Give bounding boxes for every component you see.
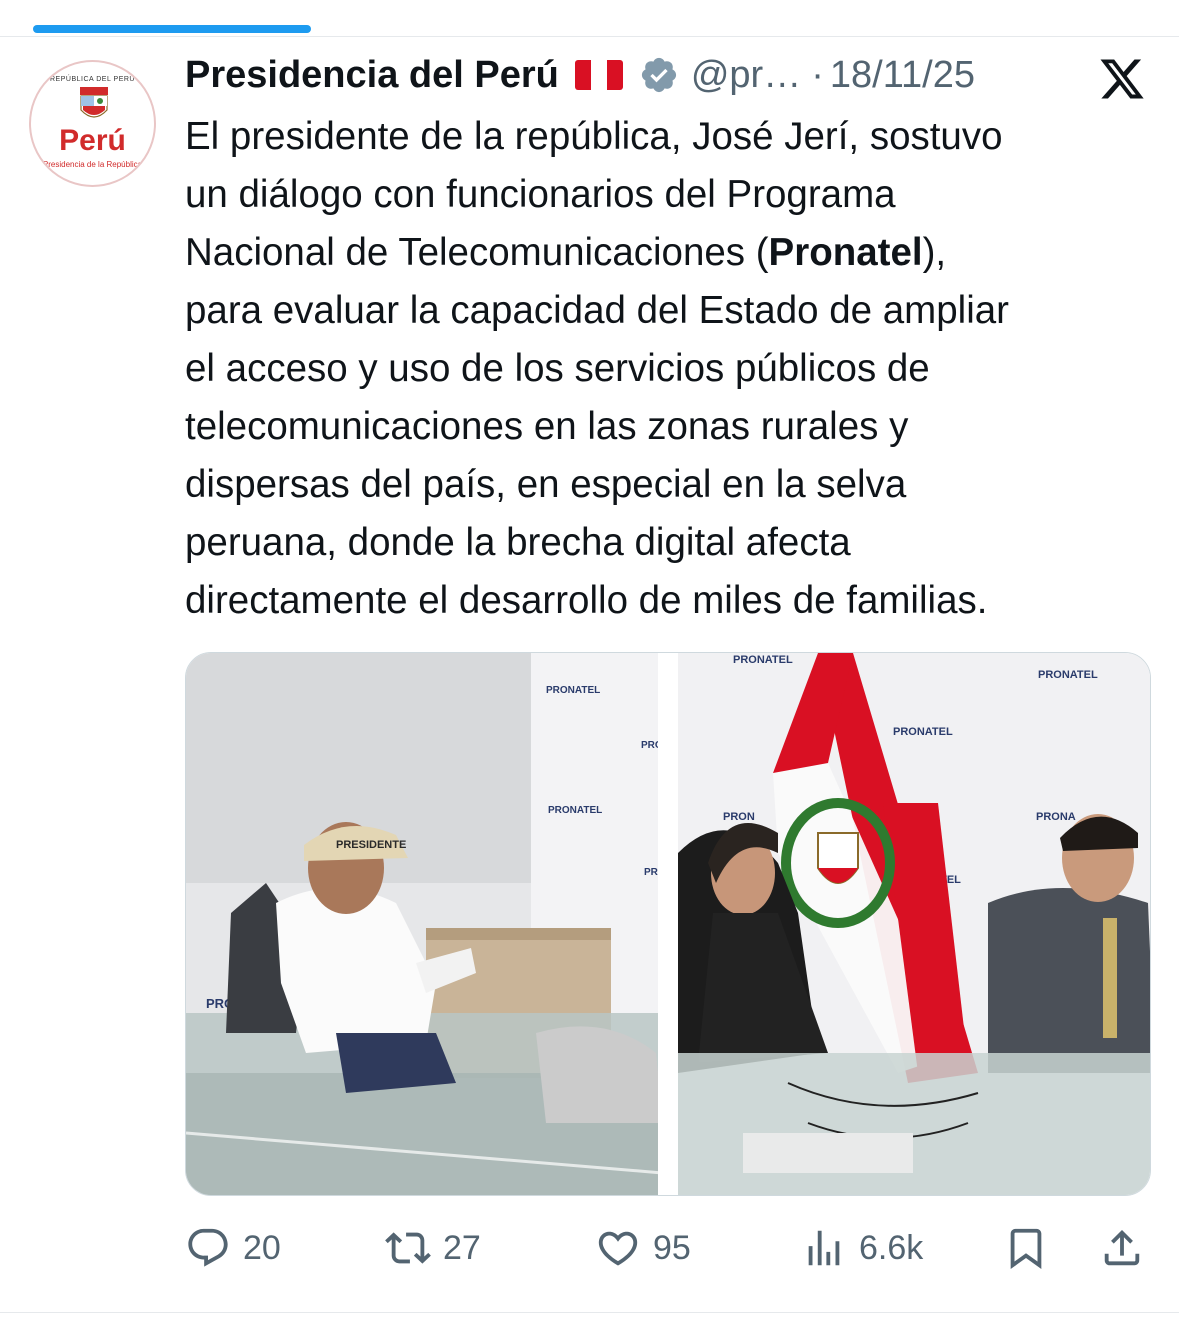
photo-divider (658, 653, 668, 1195)
avatar-arc-text: REPÚBLICA DEL PERÚ (50, 76, 135, 83)
tweet-text-line: dispersas del país, en especial en la se… (185, 463, 907, 506)
wall-logo-text: PRONATEL (1038, 669, 1098, 681)
wall-logo-text: PR (644, 867, 658, 878)
tweet-text: El presidente de la república, José Jerí… (185, 108, 1165, 630)
views-button[interactable]: 6.6k (801, 1220, 923, 1276)
views-count: 6.6k (859, 1228, 924, 1267)
wall-logo-text: PRONATEL (733, 654, 793, 666)
tweet-text-line: un diálogo con funcionarios del Programa (185, 173, 896, 216)
photo-right[interactable]: PRONATEL PRONATEL PRONATEL PRONA PRON AT… (677, 653, 1150, 1195)
tweet-text-line: El presidente de la república, José Jerí… (185, 115, 1003, 158)
repost-count: 27 (443, 1228, 481, 1267)
wall-logo-text: PRO (641, 740, 658, 751)
wall-logo-text: PRONATEL (893, 726, 953, 738)
share-button[interactable] (1099, 1220, 1145, 1276)
wall-logo-text: PRONATEL (548, 805, 602, 816)
repost-button[interactable]: 27 (385, 1220, 481, 1276)
tweet-text-line: el acceso y uso de los servicios público… (185, 347, 930, 390)
tweet-date[interactable]: 18/11/25 (830, 54, 975, 97)
tweet-header: Presidencia del Perú @pr… · 18/11/25 (185, 50, 975, 100)
reply-count: 20 (243, 1228, 281, 1267)
bottom-divider (0, 1312, 1179, 1313)
tweet-actions: 20 27 95 6.6k (185, 1220, 1151, 1276)
reply-icon (188, 1228, 228, 1267)
tweet-text-line: peruana, donde la brecha digital afecta (185, 521, 851, 564)
like-button[interactable]: 95 (595, 1220, 691, 1276)
cap-text: PRESIDENTE (336, 839, 406, 851)
heart-icon (598, 1231, 638, 1266)
tweet-text-segment: Nacional de Telecomunicaciones ( (185, 231, 769, 274)
tweet-text-segment: ), (922, 231, 947, 274)
author-avatar[interactable]: REPÚBLICA DEL PERÚ Perú Presidencia de l… (29, 60, 156, 187)
peru-flag-icon (574, 60, 623, 90)
avatar-subtitle: Presidencia de la República (42, 160, 143, 169)
photo-right-illustration: PRONATEL PRONATEL PRONATEL PRONA PRON AT… (677, 653, 1150, 1195)
tweet-text-line: Nacional de Telecomunicaciones (Pronatel… (185, 224, 1165, 282)
x-logo-icon (1100, 59, 1144, 99)
tweet-text-line: telecomunicaciones en las zonas rurales … (185, 405, 909, 448)
wall-logo-text: PRONATEL (546, 685, 600, 696)
wall-logo-text: PRONA (1036, 811, 1076, 823)
top-progress-bar (33, 25, 311, 33)
bookmark-button[interactable] (1003, 1220, 1049, 1276)
top-progress-track (0, 0, 1179, 37)
share-icon (1104, 1229, 1140, 1266)
author-handle[interactable]: @pr… (691, 54, 801, 97)
views-icon (808, 1230, 840, 1266)
tweet-text-line: para evaluar la capacidad del Estado de … (185, 289, 1009, 332)
tweet-text-line: directamente el desarrollo de miles de f… (185, 579, 988, 622)
header-separator: · (811, 53, 824, 96)
avatar-wordmark: Perú (59, 124, 126, 157)
author-name[interactable]: Presidencia del Perú (185, 54, 559, 97)
photo-left-illustration: PRONATEL PRO PRONATEL PR PRO ATE PRESIDE… (186, 653, 659, 1195)
pronatel-bold-text: Pronatel (768, 231, 923, 274)
like-count: 95 (653, 1228, 691, 1267)
bookmark-icon (1010, 1228, 1042, 1269)
tweet-media: PRONATEL PRO PRONATEL PR PRO ATE PRESIDE… (185, 652, 1151, 1196)
coat-of-arms-icon (80, 87, 108, 118)
wall-logo-text: PRON (723, 811, 755, 823)
photo-left[interactable]: PRONATEL PRO PRONATEL PR PRO ATE PRESIDE… (186, 653, 659, 1195)
repost-icon (385, 1232, 431, 1264)
verified-badge-icon[interactable] (639, 55, 679, 95)
reply-button[interactable]: 20 (185, 1220, 281, 1276)
